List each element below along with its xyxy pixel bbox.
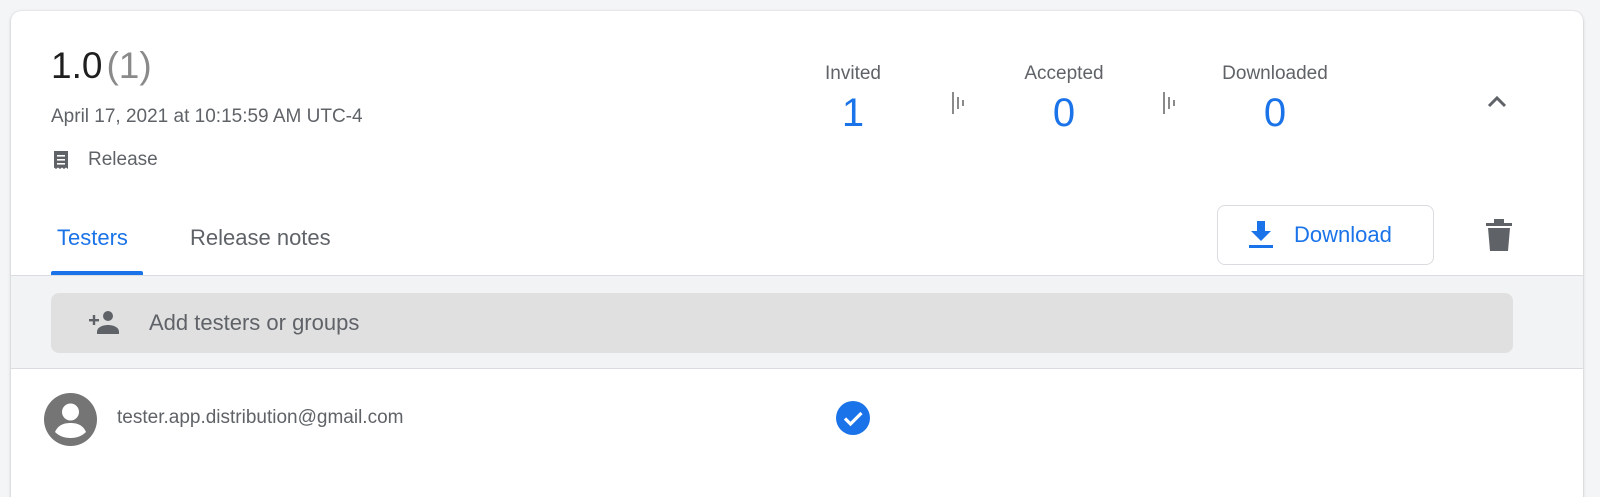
stat-label: Invited bbox=[825, 63, 881, 84]
download-icon bbox=[1249, 221, 1273, 248]
check-circle-icon bbox=[836, 401, 870, 435]
version-number: 1.0 bbox=[51, 45, 103, 86]
stat-value: 0 bbox=[1263, 91, 1287, 135]
stat-value: 0 bbox=[1052, 91, 1076, 135]
release-notes-icon bbox=[54, 151, 68, 169]
tester-email: tester.app.distribution@gmail.com bbox=[117, 407, 404, 428]
stat-accepted: Accepted 0 bbox=[984, 63, 1144, 137]
chevron-up-icon bbox=[1487, 95, 1507, 108]
stat-downloaded: Downloaded 0 bbox=[1195, 63, 1355, 137]
stat-label: Accepted bbox=[1024, 63, 1104, 84]
delete-icon[interactable] bbox=[1485, 219, 1513, 251]
tab-testers[interactable]: Testers bbox=[57, 225, 128, 251]
download-label: Download bbox=[1294, 222, 1392, 247]
avatar-icon bbox=[44, 393, 97, 446]
release-type: Release bbox=[51, 149, 158, 171]
stat-label: Downloaded bbox=[1222, 63, 1328, 84]
table-row: tester.app.distribution@gmail.com bbox=[11, 369, 1583, 469]
release-card: 1.0 (1) April 17, 2021 at 10:15:59 AM UTC… bbox=[11, 11, 1583, 497]
add-testers-placeholder: Add testers or groups bbox=[149, 310, 360, 335]
release-version: 1.0 (1) bbox=[51, 44, 152, 88]
build-number: (1) bbox=[106, 45, 152, 86]
stat-invited: Invited 1 bbox=[773, 63, 933, 137]
person-add-icon bbox=[89, 311, 119, 334]
funnel-separator-icon bbox=[1163, 92, 1175, 114]
download-button[interactable]: Download bbox=[1217, 205, 1434, 265]
collapse-button[interactable] bbox=[1483, 87, 1511, 115]
stat-value: 1 bbox=[841, 91, 865, 135]
release-date: April 17, 2021 at 10:15:59 AM UTC-4 bbox=[51, 106, 363, 127]
add-testers-input[interactable]: Add testers or groups bbox=[51, 293, 1513, 353]
add-testers-section: Add testers or groups bbox=[11, 276, 1583, 369]
tab-release-notes[interactable]: Release notes bbox=[190, 225, 331, 251]
release-type-label: Release bbox=[88, 149, 158, 170]
funnel-separator-icon bbox=[952, 92, 964, 114]
